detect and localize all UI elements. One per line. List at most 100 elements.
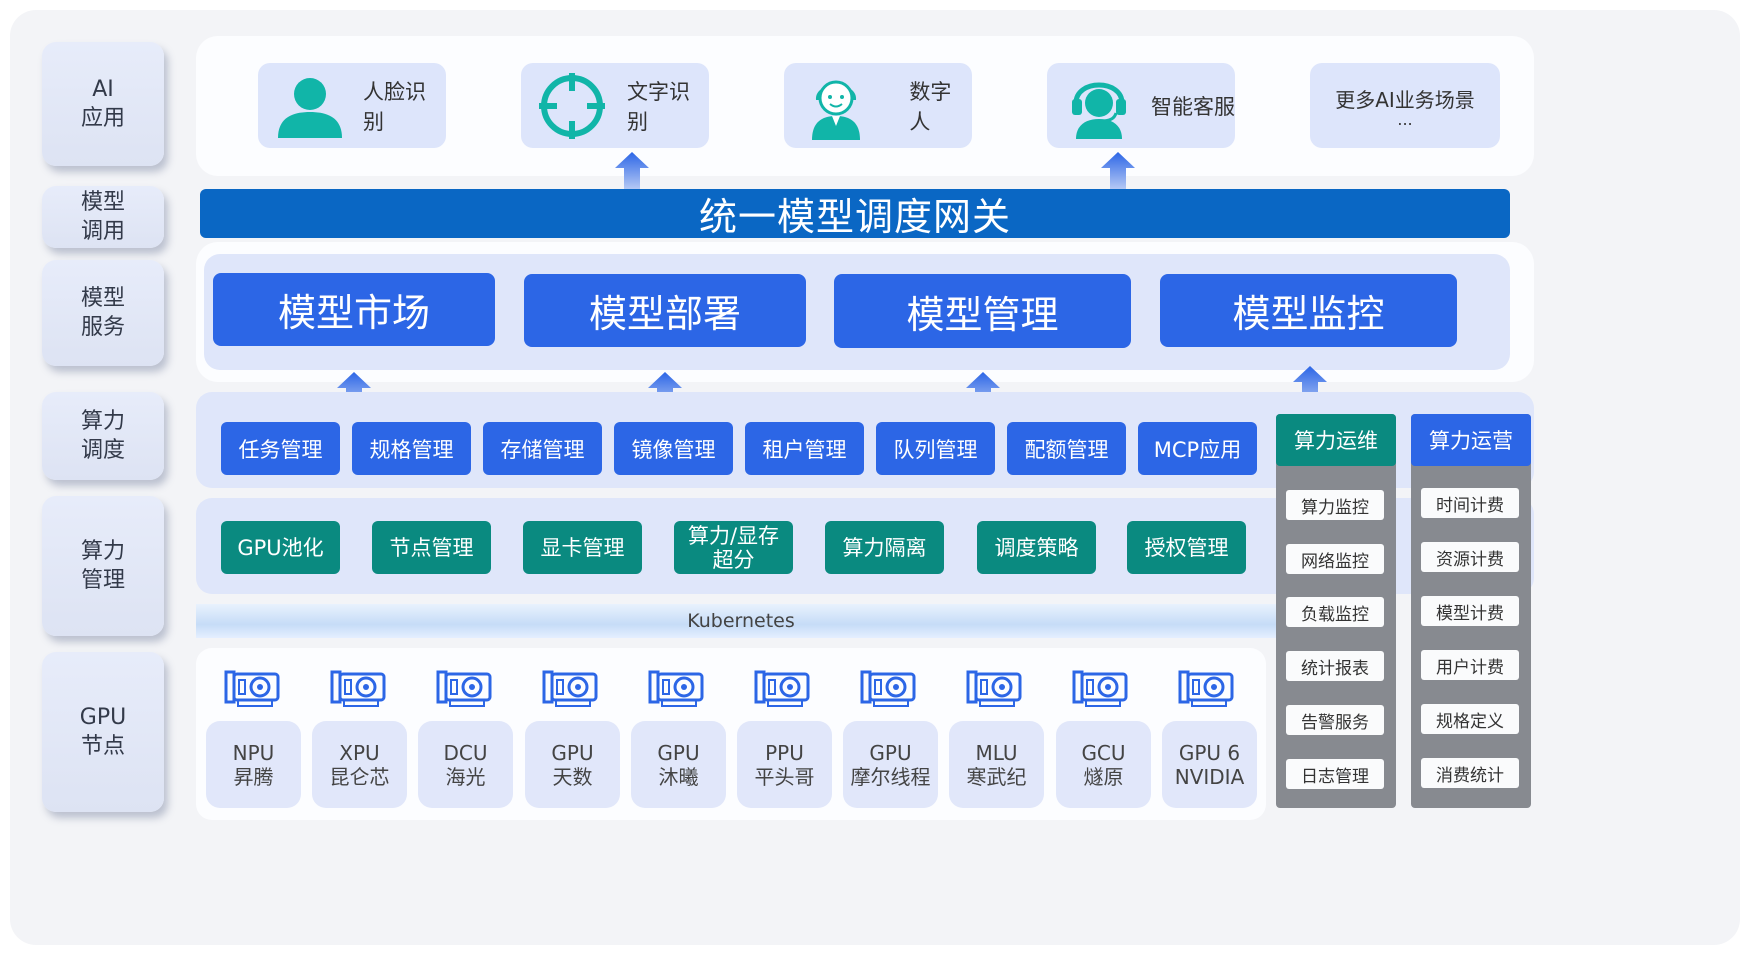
gpu-node-gcu-enflame[interactable]: GCU 燧原 <box>1056 721 1151 808</box>
layer-label-ai-app: AI 应用 <box>42 42 164 166</box>
gpu-node-type: MLU <box>975 740 1018 765</box>
quota-manage-button[interactable]: 配额管理 <box>1007 422 1126 475</box>
task-manage-button[interactable]: 任务管理 <box>221 422 340 475</box>
license-manage-button[interactable]: 授权管理 <box>1127 521 1246 574</box>
ai-app-label: 智能客服 <box>1151 94 1235 119</box>
spec-manage-button[interactable]: 规格管理 <box>352 422 471 475</box>
mgmt-label: 节点管理 <box>389 535 474 560</box>
gpu-node-ppu-tthead[interactable]: PPU 平头哥 <box>737 721 832 808</box>
gpu-node-npu-ascend[interactable]: NPU 昇腾 <box>206 721 301 808</box>
layer-label-model-service: 模型 服务 <box>42 260 164 366</box>
gpu-node-type: GCU <box>1081 740 1126 765</box>
gpu-node-metax[interactable]: GPU 沐曦 <box>631 721 726 808</box>
layer-label-line2: 服务 <box>80 315 125 340</box>
avatar-icon <box>794 61 877 151</box>
layer-label-line2: 管理 <box>80 568 125 593</box>
operations-item[interactable]: 规格定义 <box>1421 704 1519 734</box>
gpu-node-iluvatar[interactable]: GPU 天数 <box>525 721 620 808</box>
gpu-node-type: GPU <box>657 740 700 765</box>
gpu-node-xpu-kunlun[interactable]: XPU 昆仑芯 <box>312 721 407 808</box>
mgmt-label: 调度策略 <box>994 535 1079 560</box>
gpu-node-vendor: 昆仑芯 <box>329 764 390 789</box>
mgmt-label: GPU池化 <box>237 535 324 560</box>
gpu-card-icon <box>966 670 1022 707</box>
layer-label-line2: 调度 <box>80 438 125 463</box>
model-market-button[interactable]: 模型市场 <box>213 273 495 346</box>
gpu-node-vendor: 天数 <box>552 764 593 789</box>
layer-label-line1: 模型 <box>80 286 125 311</box>
gpu-card-icon <box>1072 670 1128 707</box>
gpu-node-vendor: 海光 <box>445 764 486 789</box>
model-monitor-button[interactable]: 模型监控 <box>1160 274 1457 347</box>
ai-app-smart-service[interactable]: 智能客服 <box>1047 63 1235 148</box>
gpu-node-vendor: 昇腾 <box>233 764 274 789</box>
gpu-card-icon <box>436 670 492 707</box>
ai-app-digital-human[interactable]: 数字人 <box>784 63 972 148</box>
schedule-policy-button[interactable]: 调度策略 <box>977 521 1096 574</box>
gpu-node-vendor: 平头哥 <box>754 764 815 789</box>
operations-item[interactable]: 用户计费 <box>1421 650 1519 680</box>
compute-isolation-button[interactable]: 算力隔离 <box>825 521 944 574</box>
storage-manage-button[interactable]: 存储管理 <box>483 422 602 475</box>
layer-label-line1: AI <box>92 77 114 102</box>
gpu-node-vendor: 摩尔线程 <box>850 764 931 789</box>
layer-label-line1: 模型 <box>80 190 125 215</box>
ai-app-label: 文字识别 <box>627 79 690 134</box>
gpu-card-icon <box>648 670 704 707</box>
gpu-pooling-button[interactable]: GPU池化 <box>221 521 340 574</box>
operations-item[interactable]: 模型计费 <box>1421 596 1519 626</box>
crosshair-icon <box>531 61 613 151</box>
ops-header[interactable]: 算力运维 <box>1276 414 1396 466</box>
gpu-icon-row <box>206 668 1258 716</box>
gpu-node-vendor: 寒武纪 <box>966 764 1027 789</box>
ai-app-more-scenes[interactable]: 更多AI业务场景 ... <box>1310 63 1500 148</box>
mcp-app-button[interactable]: MCP应用 <box>1138 422 1257 475</box>
operations-item[interactable]: 资源计费 <box>1421 542 1519 572</box>
operations-item[interactable]: 消费统计 <box>1421 758 1519 788</box>
mgmt-label: 算力隔离 <box>842 535 927 560</box>
gpu-node-type: XPU <box>339 740 380 765</box>
ops-item[interactable]: 日志管理 <box>1286 759 1384 789</box>
layer-label-line1: 算力 <box>80 409 125 434</box>
up-arrow-icon <box>615 152 649 190</box>
ops-item[interactable]: 告警服务 <box>1286 705 1384 735</box>
gpu-card-icon <box>860 670 916 707</box>
unified-model-gateway[interactable]: 统一模型调度网关 <box>200 189 1510 239</box>
person-icon <box>268 61 351 151</box>
ops-item[interactable]: 统计报表 <box>1286 651 1384 681</box>
gpu-node-vendor: 燧原 <box>1083 764 1124 789</box>
kubernetes-bar: Kubernetes <box>196 604 1286 638</box>
gpu-node-moore-threads[interactable]: GPU 摩尔线程 <box>843 721 938 808</box>
queue-manage-button[interactable]: 队列管理 <box>876 422 995 475</box>
tenant-manage-button[interactable]: 租户管理 <box>745 422 864 475</box>
gpu-node-type: NPU <box>232 740 275 765</box>
ops-item[interactable]: 负载监控 <box>1286 597 1384 627</box>
ops-item[interactable]: 网络监控 <box>1286 544 1384 574</box>
ai-app-label: 人脸识别 <box>363 79 426 134</box>
model-manage-button[interactable]: 模型管理 <box>834 274 1131 348</box>
gpu-node-type: DCU <box>443 740 488 765</box>
image-manage-button[interactable]: 镜像管理 <box>614 422 733 475</box>
operations-item[interactable]: 时间计费 <box>1421 488 1519 518</box>
layer-label-line2: 调用 <box>80 219 125 244</box>
layer-label-line2: 节点 <box>80 734 125 759</box>
ai-app-face-recognition[interactable]: 人脸识别 <box>258 63 446 148</box>
gpu-card-manage-button[interactable]: 显卡管理 <box>523 521 642 574</box>
gpu-card-icon <box>754 670 810 707</box>
layer-label-line1: GPU <box>79 705 127 730</box>
gpu-node-mlu-cambricon[interactable]: MLU 寒武纪 <box>949 721 1044 808</box>
model-deploy-button[interactable]: 模型部署 <box>524 274 806 347</box>
mgmt-label-line2: 超分 <box>712 547 755 572</box>
operations-header[interactable]: 算力运营 <box>1411 414 1531 466</box>
ops-item[interactable]: 算力监控 <box>1286 490 1384 520</box>
oversubscription-button[interactable]: 算力/显存 超分 <box>674 521 793 574</box>
gpu-node-type: GPU 6 <box>1178 740 1241 765</box>
gpu-node-dcu-hygon[interactable]: DCU 海光 <box>418 721 513 808</box>
gpu-node-nvidia[interactable]: GPU 6 NVIDIA <box>1162 721 1257 808</box>
node-manage-button[interactable]: 节点管理 <box>372 521 491 574</box>
mgmt-label: 算力/显存 <box>687 523 780 548</box>
layer-label-model-call: 模型 调用 <box>42 186 164 248</box>
layer-label-line2: 应用 <box>80 106 125 131</box>
ai-app-text-recognition[interactable]: 文字识别 <box>521 63 709 148</box>
mgmt-label: 授权管理 <box>1144 535 1229 560</box>
